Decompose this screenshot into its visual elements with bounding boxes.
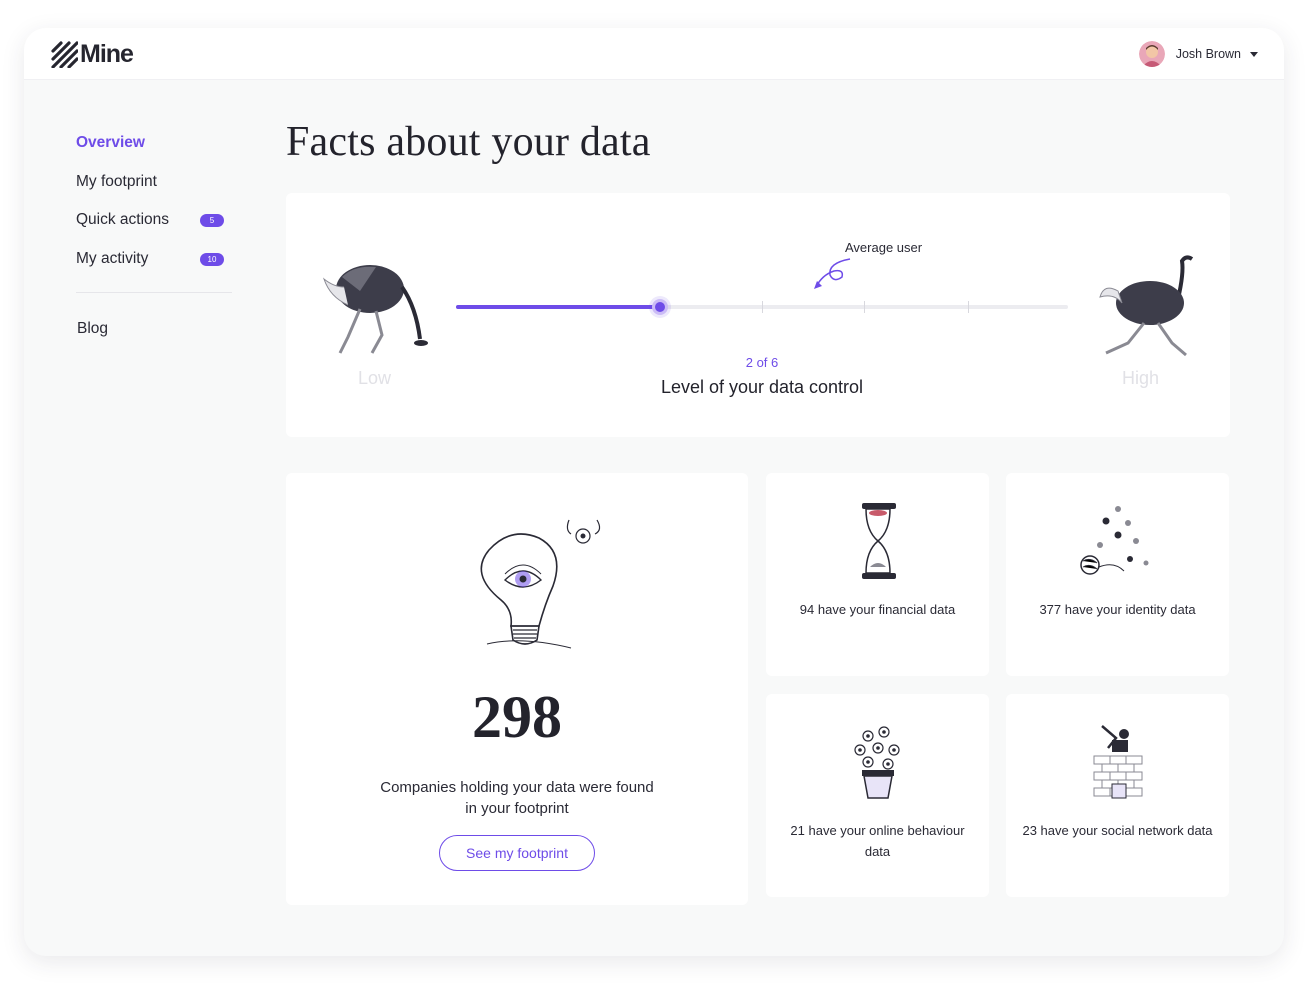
user-menu[interactable]: Josh Brown [1138, 40, 1258, 68]
hourglass-icon [862, 503, 896, 579]
eye-plant-icon [854, 726, 900, 799]
sidebar-item-blog[interactable]: Blog [76, 309, 232, 349]
fact-card-behaviour[interactable]: 21 have your online behaviour data [766, 694, 989, 897]
ostrich-head-down-icon [322, 265, 428, 354]
companies-description: Companies holding your data were found i… [380, 779, 654, 817]
slider-thumb[interactable] [652, 299, 668, 315]
data-control-slider[interactable] [456, 299, 1068, 315]
sidebar-item-quick-actions[interactable]: Quick actions 5 [76, 201, 232, 240]
ostrich-running-icon [1099, 255, 1194, 357]
fact-card-financial[interactable]: 94 have your financial data [766, 473, 989, 676]
slider-tick [968, 301, 969, 313]
lightbulb-eye-icon [480, 519, 601, 649]
user-name: Josh Brown [1175, 47, 1241, 61]
fact-text: 21 have your online behaviour data [790, 823, 965, 859]
brand-logo[interactable]: Mine [50, 38, 134, 70]
fact-text: 94 have your financial data [799, 602, 956, 617]
average-user-label: Average user [845, 240, 923, 255]
sidebar-item-my-footprint[interactable]: My footprint [76, 163, 232, 202]
fact-text: 23 have your social network data [1022, 823, 1213, 838]
sidebar-divider [76, 292, 232, 293]
fact-card-social[interactable]: 23 have your social network data [1006, 694, 1229, 897]
avatar [1138, 41, 1165, 67]
sidebar: Overview My footprint Quick actions 5 My… [76, 124, 232, 349]
sidebar-item-my-activity[interactable]: My activity 10 [76, 240, 232, 279]
brick-wall-icon [1093, 725, 1143, 799]
slider-tick [864, 301, 865, 313]
sidebar-item-label: Blog [77, 320, 109, 337]
level-heading: Level of your data control [660, 377, 864, 397]
sidebar-item-overview[interactable]: Overview [76, 124, 232, 163]
fact-text: 377 have your identity data [1039, 602, 1196, 617]
count-badge: 10 [200, 252, 224, 266]
scale-high-label: High [1122, 368, 1160, 388]
sidebar-item-label: My footprint [76, 172, 157, 190]
curved-arrow-icon [814, 258, 851, 289]
logo-icon [51, 41, 78, 68]
see-footprint-button[interactable]: See my footprint [439, 835, 595, 871]
app-window: Mine Josh Brown Overview My footprint Qu… [24, 28, 1284, 956]
chevron-down-icon[interactable] [1250, 51, 1258, 57]
sidebar-item-label: Overview [76, 134, 145, 152]
companies-count: 298 [472, 684, 562, 750]
count-badge: 5 [200, 214, 224, 227]
scattered-eyes-icon [1080, 506, 1149, 575]
top-bar: Mine Josh Brown [24, 28, 1284, 80]
sidebar-item-label: Quick actions [76, 211, 170, 229]
slider-tick [762, 301, 763, 313]
data-control-card: Low Average user 2 of 6 Level of your da… [286, 193, 1230, 437]
slider-fill [456, 305, 660, 309]
companies-card: 298 Companies holding your data were fou… [286, 473, 748, 905]
brand-name: Mine [80, 39, 134, 68]
page-title: Facts about your data [286, 119, 651, 165]
fact-card-identity[interactable]: 377 have your identity data [1006, 473, 1229, 676]
sidebar-item-label: My activity [76, 249, 149, 267]
